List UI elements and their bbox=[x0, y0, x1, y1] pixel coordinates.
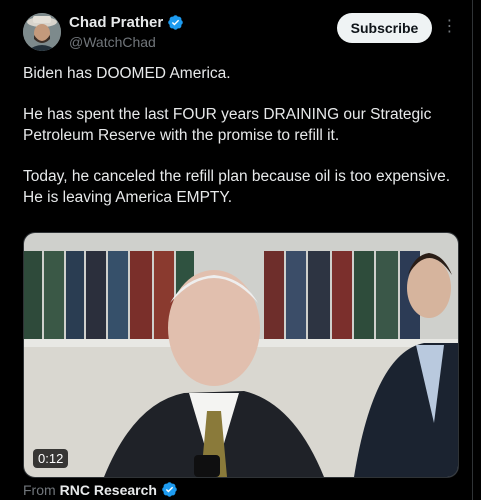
video-duration: 0:12 bbox=[33, 449, 69, 468]
media-source: From RNC Research bbox=[23, 481, 178, 498]
source-name[interactable]: RNC Research bbox=[60, 482, 157, 498]
post-card: Chad Prather @WatchChad Subscribe ⋮ Bide… bbox=[0, 0, 473, 500]
avatar[interactable] bbox=[23, 13, 61, 51]
from-label: From bbox=[23, 481, 56, 498]
verified-badge-icon bbox=[168, 15, 183, 30]
author-handle[interactable]: @WatchChad bbox=[69, 34, 156, 50]
video-frame bbox=[24, 233, 458, 477]
post-paragraph: He has spent the last FOUR years DRAININ… bbox=[23, 106, 432, 144]
video-player[interactable]: 0:12 bbox=[23, 232, 459, 478]
author-name[interactable]: Chad Prather bbox=[69, 14, 163, 31]
verified-badge-icon bbox=[162, 482, 177, 497]
avatar-image bbox=[23, 13, 61, 51]
author-name-row[interactable]: Chad Prather bbox=[69, 14, 184, 31]
post-paragraph: Biden has DOOMED America. bbox=[23, 65, 231, 82]
subscribe-button[interactable]: Subscribe bbox=[337, 13, 432, 43]
post-text: Biden has DOOMED America. He has spent t… bbox=[23, 63, 463, 228]
more-options-icon[interactable]: ⋮ bbox=[440, 16, 460, 38]
post-paragraph: Today, he canceled the refill plan becau… bbox=[23, 168, 451, 206]
